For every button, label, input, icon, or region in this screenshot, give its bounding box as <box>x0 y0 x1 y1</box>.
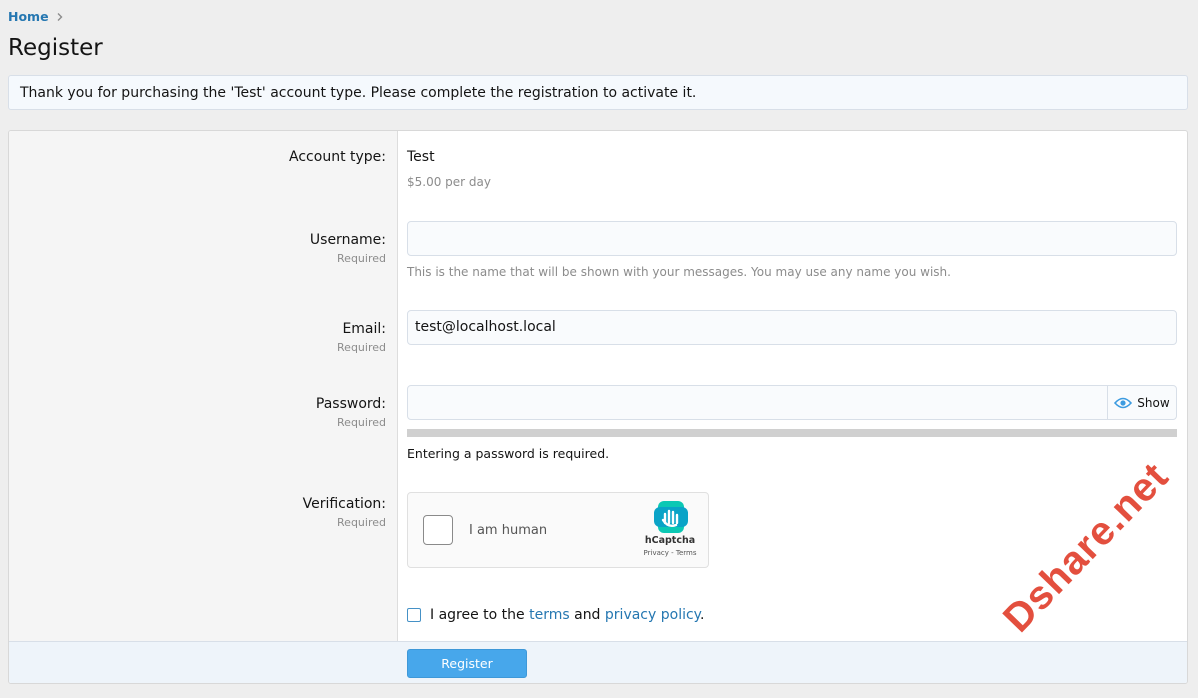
purchase-notice: Thank you for purchasing the 'Test' acco… <box>8 75 1188 110</box>
email-required-note: Required <box>337 341 386 354</box>
show-password-button[interactable]: Show <box>1107 386 1176 419</box>
hcaptcha-privacy-terms[interactable]: Privacy - Terms <box>634 549 706 557</box>
username-required-note: Required <box>337 252 386 265</box>
agree-suffix: . <box>699 607 705 623</box>
verification-label: Verification: <box>302 496 386 512</box>
page-title: Register <box>8 35 103 61</box>
account-type-name: Test <box>407 149 435 165</box>
label-column: Account type: Username: Required Email: … <box>9 131 398 641</box>
hcaptcha-label: I am human <box>469 523 548 538</box>
agree-terms-row: I agree to the terms and privacy policy. <box>407 607 704 623</box>
privacy-policy-link[interactable]: privacy policy <box>605 607 700 623</box>
agree-prefix: I agree to the <box>430 607 525 623</box>
password-input[interactable] <box>408 386 1107 419</box>
agree-terms-text: I agree to the terms and privacy policy. <box>430 607 704 623</box>
form-footer: Register <box>9 641 1187 683</box>
agree-and: and <box>574 607 601 623</box>
breadcrumb: Home <box>8 9 65 24</box>
breadcrumb-home-link[interactable]: Home <box>8 9 49 24</box>
username-input[interactable] <box>407 221 1177 256</box>
password-field-group: Show <box>407 385 1177 420</box>
eye-icon <box>1114 397 1133 408</box>
password-message: Entering a password is required. <box>407 446 610 461</box>
register-button[interactable]: Register <box>407 649 527 678</box>
email-input[interactable]: test@localhost.local <box>407 310 1177 345</box>
username-label: Username: <box>309 232 386 248</box>
password-required-note: Required <box>337 416 386 429</box>
account-type-label: Account type: <box>289 149 386 165</box>
agree-terms-checkbox[interactable] <box>407 608 421 622</box>
show-password-label: Show <box>1137 395 1170 410</box>
hcaptcha-logo-icon <box>654 501 688 533</box>
hcaptcha-checkbox[interactable] <box>423 515 453 545</box>
username-hint: This is the name that will be shown with… <box>407 265 951 279</box>
account-type-label-group: Account type: <box>9 149 397 165</box>
hcaptcha-widget: I am human hCaptcha Privacy - Terms <box>407 492 709 568</box>
password-label-group: Password: Required <box>9 396 397 429</box>
password-label: Password: <box>315 396 386 412</box>
email-label: Email: <box>342 321 386 337</box>
terms-link[interactable]: terms <box>529 607 570 623</box>
email-label-group: Email: Required <box>9 321 397 354</box>
chevron-right-icon <box>57 12 63 21</box>
hcaptcha-brand: hCaptcha <box>644 535 696 546</box>
password-strength-meter <box>407 429 1177 437</box>
username-label-group: Username: Required <box>9 232 397 265</box>
account-type-value: Test $5.00 per day <box>407 149 491 189</box>
account-type-cost: $5.00 per day <box>407 175 491 189</box>
verification-required-note: Required <box>337 516 386 529</box>
verification-label-group: Verification: Required <box>9 496 397 529</box>
